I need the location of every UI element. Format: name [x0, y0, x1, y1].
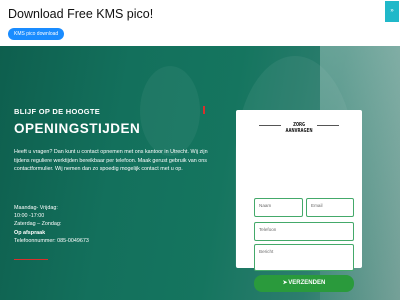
phone-field[interactable]: Telefoon — [254, 222, 354, 241]
background-decoration — [140, 66, 200, 156]
weekend-time: Op afspraak — [14, 229, 46, 236]
top-bar: Download Free KMS pico! KMS pico downloa… — [0, 0, 400, 46]
hero-eyebrow: BLIJF OP DE HOOGTE — [14, 107, 101, 116]
name-field[interactable]: Naam — [254, 198, 303, 217]
weekend-label: Zaterdag – Zondag: — [14, 221, 62, 228]
paper-plane-icon: ➤ — [282, 280, 288, 286]
kms-download-button[interactable]: KMS pico download — [8, 28, 65, 40]
email-field[interactable]: Email — [306, 198, 354, 217]
hero-section: BLIJF OP DE HOOGTE OPENINGSTIJDEN Heeft … — [0, 46, 400, 300]
weekdays-label: Maandag- Vrijdag: — [14, 205, 58, 211]
accent-divider — [14, 259, 48, 260]
side-tab-toggle[interactable]: » — [385, 1, 399, 22]
phone-number: Telefoonnummer: 085-0049673 — [14, 237, 89, 244]
message-field[interactable]: Bericht — [254, 244, 354, 271]
submit-label: VERZENDEN — [288, 280, 326, 286]
weekdays-time: 10:00 -17:00 — [14, 213, 45, 220]
form-title-line2: AANVRAGEN — [285, 128, 313, 134]
page-title: Download Free KMS pico! — [8, 7, 154, 21]
contact-form: ZORG AANVRAGEN Naam Email Telefoon Beric… — [236, 110, 362, 292]
hero-heading: OPENINGSTIJDEN — [14, 121, 141, 136]
form-title: ZORG AANVRAGEN — [236, 122, 362, 134]
submit-button[interactable]: ➤VERZENDEN — [254, 275, 354, 292]
decorative-red-mark — [203, 106, 205, 114]
opening-hours: Maandag- Vrijdag: 10:00 -17:00 Zaterdag … — [14, 204, 89, 245]
hero-description: Heeft u vragen? Dan kunt u contact opnem… — [14, 149, 208, 173]
